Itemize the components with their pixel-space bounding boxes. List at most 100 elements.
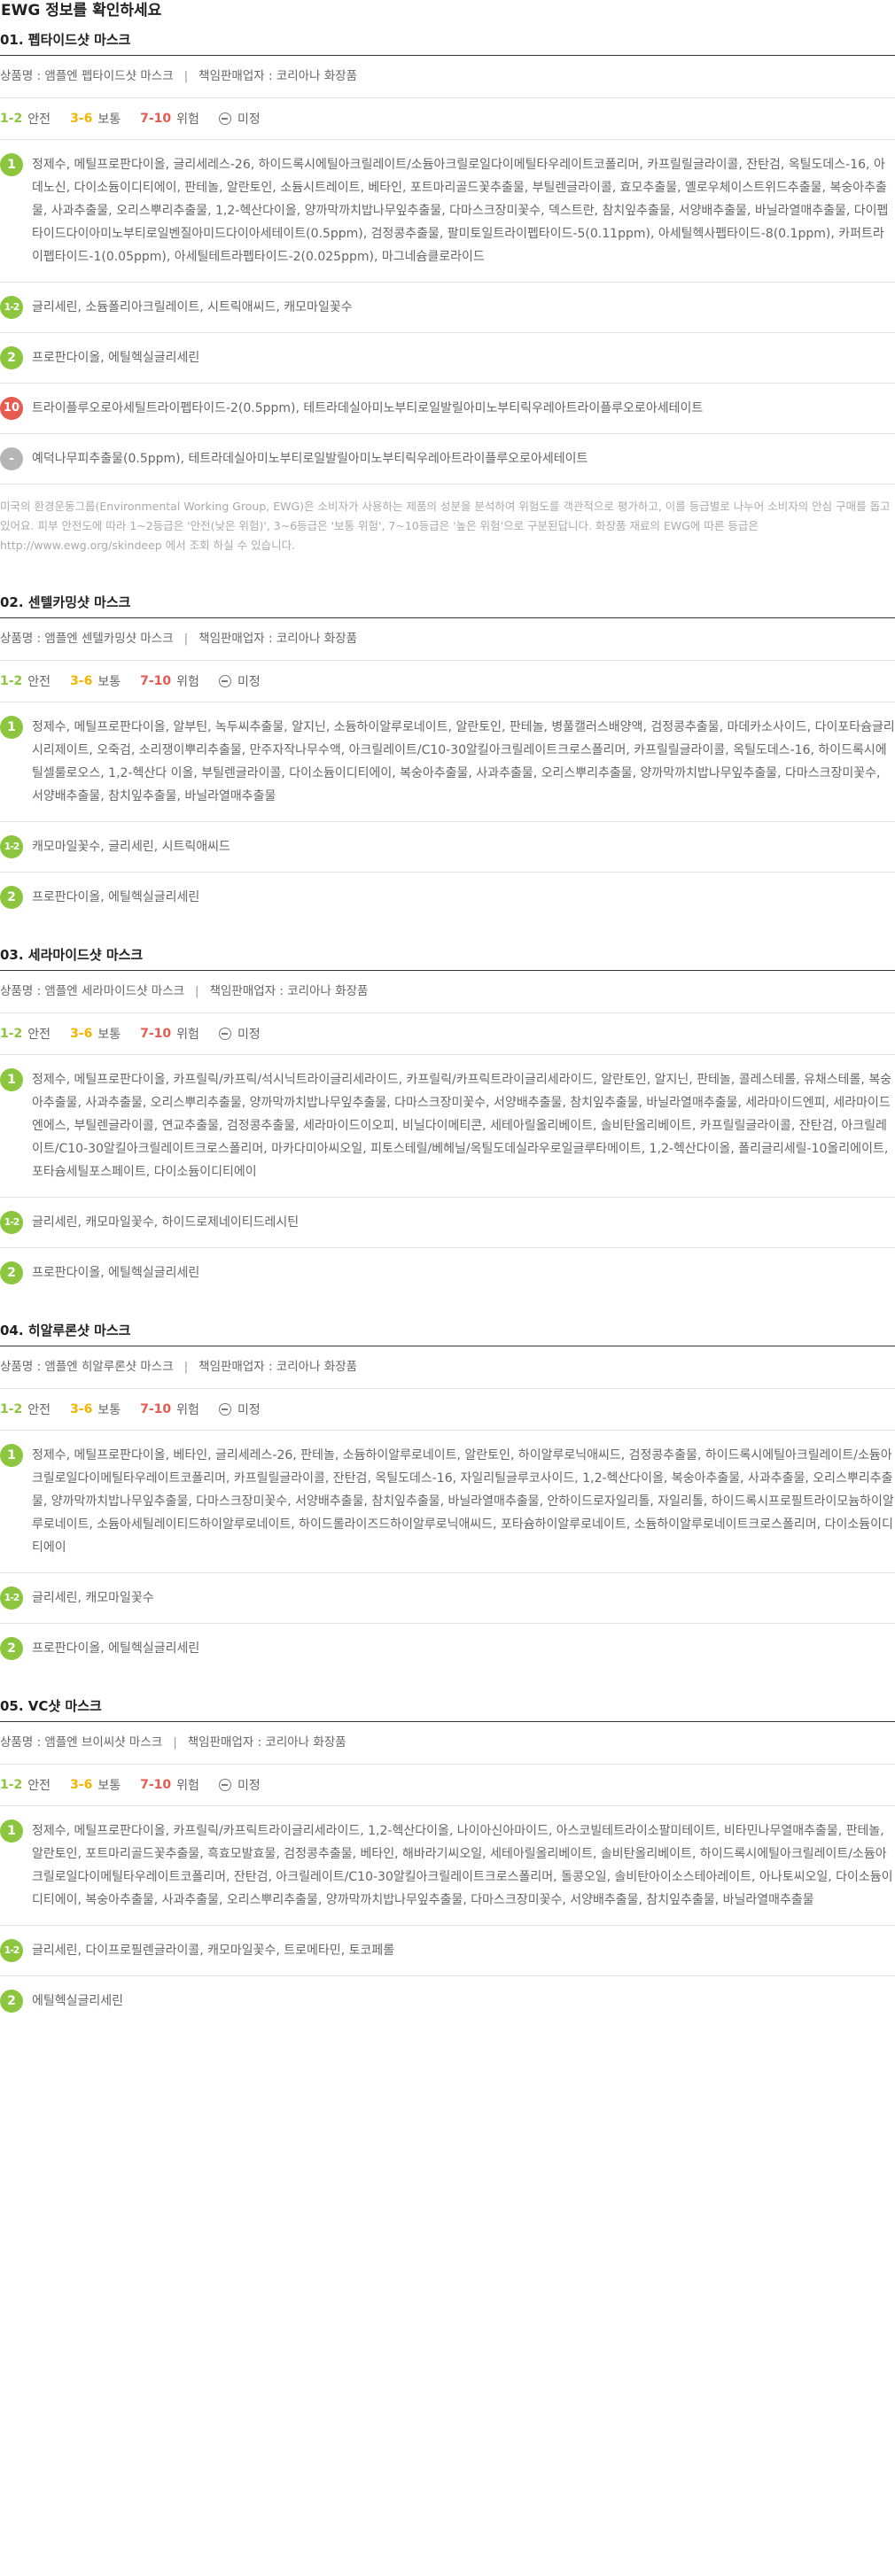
legend-mid-range: 3-6 bbox=[70, 1778, 93, 1792]
product-list: 01. 펩타이드샷 마스크 상품명 : 앰플엔 펩타이드샷 마스크 | 책임판매업자… bbox=[0, 23, 895, 2026]
legend-high-label: 위험 bbox=[176, 113, 199, 127]
minus-circle-icon bbox=[218, 113, 231, 125]
legend-high-label: 위험 bbox=[176, 675, 199, 689]
seller-name: 코리아나 화장품 bbox=[287, 984, 369, 998]
info-separator: | bbox=[183, 1360, 189, 1374]
legend-none: 미정 bbox=[218, 672, 261, 690]
legend-mid-label: 보통 bbox=[97, 113, 121, 127]
grade-badge: 2 bbox=[0, 1637, 23, 1660]
ingredient-list: 프로판다이올, 에틸헥실글리세린 bbox=[32, 1641, 200, 1656]
seller-label: 책임판매업자 : bbox=[209, 984, 288, 998]
grade-badge: 1-2 bbox=[0, 835, 23, 858]
seller-label: 책임판매업자 : bbox=[198, 69, 276, 83]
legend-high-range: 7-10 bbox=[140, 1778, 172, 1792]
legend-safe-label: 안전 bbox=[27, 113, 51, 127]
product-title: 05. VC샷 마스크 bbox=[0, 1689, 895, 1722]
grade-badge: 1 bbox=[0, 1444, 23, 1467]
page-title: EWG 정보를 확인하세요 bbox=[1, 2, 162, 19]
grade-row: 1 정제수, 메틸프로판다이올, 카프릴릭/카프릭트라이글리세라이드, 1,2-헥… bbox=[0, 1805, 895, 1925]
grade-row: 2 에틸헥실글리세린 bbox=[0, 1975, 895, 2026]
legend-none-label: 미정 bbox=[237, 1028, 261, 1042]
seller-name: 코리아나 화장품 bbox=[276, 632, 358, 646]
seller-name: 코리아나 화장품 bbox=[276, 1360, 358, 1374]
product-name: 앰플엔 브이씨샷 마스크 bbox=[44, 1735, 163, 1750]
legend-safe: 1-2 안전 bbox=[0, 1776, 51, 1794]
product-name-label: 상품명 : bbox=[0, 1360, 45, 1374]
ingredient-list: 캐모마일꽃수, 글리세린, 시트릭애씨드 bbox=[32, 840, 230, 854]
grade-row: 2 프로판다이올, 에틸헥실글리세린 bbox=[0, 872, 895, 922]
grade-row: 1-2 캐모마일꽃수, 글리세린, 시트릭애씨드 bbox=[0, 821, 895, 872]
grade-row: 1-2 글리세린, 다이프로필렌글라이콜, 캐모마일꽃수, 트로메타민, 토코페롤 bbox=[0, 1925, 895, 1975]
product-title: 01. 펩타이드샷 마스크 bbox=[0, 23, 895, 56]
legend-safe: 1-2 안전 bbox=[0, 1401, 51, 1418]
info-separator: | bbox=[183, 69, 189, 83]
ewg-note: 미국의 환경운동그룹(Environmental Working Group, … bbox=[0, 484, 895, 570]
legend-none: 미정 bbox=[218, 1401, 261, 1418]
legend-high: 7-10 위험 bbox=[140, 1401, 199, 1418]
grade-list: 1 정제수, 메틸프로판다이올, 카프릴릭/카프릭/석시닉트라이글리세라이드, 카… bbox=[0, 1054, 895, 1298]
seller-label: 책임판매업자 : bbox=[187, 1735, 266, 1750]
grade-row: 1 정제수, 메틸프로판다이올, 알부틴, 녹두씨추출물, 알지닌, 소듐하이알루… bbox=[0, 702, 895, 821]
ingredient-list: 정제수, 메틸프로판다이올, 카프릴릭/카프릭/석시닉트라이글리세라이드, 카프… bbox=[32, 1073, 892, 1179]
grade-legend: 1-2 안전 3-6 보통 7-10 위험 미정 bbox=[0, 661, 895, 702]
grade-row: 10 트라이플루오로아세틸트라이펩타이드-2(0.5ppm), 테트라데실아미노부… bbox=[0, 383, 895, 433]
legend-safe-label: 안전 bbox=[27, 1403, 51, 1417]
legend-high-range: 7-10 bbox=[140, 674, 172, 688]
legend-safe-label: 안전 bbox=[27, 1028, 51, 1042]
ingredient-list: 글리세린, 캐모마일꽃수, 하이드로제네이티드레시틴 bbox=[32, 1215, 300, 1230]
grade-legend: 1-2 안전 3-6 보통 7-10 위험 미정 bbox=[0, 98, 895, 139]
product-title: 02. 센텔카밍샷 마스크 bbox=[0, 586, 895, 618]
product-section: 05. VC샷 마스크 상품명 : 앰플엔 브이씨샷 마스크 | 책임판매업자 : … bbox=[0, 1689, 895, 2026]
legend-safe-range: 1-2 bbox=[0, 112, 23, 126]
legend-safe-range: 1-2 bbox=[0, 1402, 23, 1416]
product-name: 앰플엔 센텔카밍샷 마스크 bbox=[44, 632, 174, 646]
legend-high-range: 7-10 bbox=[140, 112, 172, 126]
minus-circle-icon bbox=[218, 675, 231, 687]
product-name: 앰플엔 세라마이드샷 마스크 bbox=[44, 984, 185, 998]
product-name: 앰플엔 히알루론샷 마스크 bbox=[44, 1360, 174, 1374]
product-name: 앰플엔 펩타이드샷 마스크 bbox=[44, 69, 174, 83]
legend-mid-range: 3-6 bbox=[70, 674, 93, 688]
minus-circle-icon bbox=[218, 1779, 231, 1791]
legend-safe: 1-2 안전 bbox=[0, 110, 51, 128]
grade-badge: 1 bbox=[0, 1819, 23, 1843]
legend-none-label: 미정 bbox=[237, 113, 261, 127]
grade-badge: 2 bbox=[0, 1990, 23, 2013]
grade-row: 2 프로판다이올, 에틸헥실글리세린 bbox=[0, 1623, 895, 1673]
grade-row: 1-2 글리세린, 캐모마일꽃수, 하이드로제네이티드레시틴 bbox=[0, 1197, 895, 1247]
ingredient-list: 정제수, 메틸프로판다이올, 알부틴, 녹두씨추출물, 알지닌, 소듐하이알루로… bbox=[32, 720, 895, 803]
legend-high-range: 7-10 bbox=[140, 1402, 172, 1416]
grade-legend: 1-2 안전 3-6 보통 7-10 위험 미정 bbox=[0, 1389, 895, 1430]
legend-mid: 3-6 보통 bbox=[70, 672, 121, 690]
minus-circle-icon bbox=[218, 1403, 231, 1416]
seller-name: 코리아나 화장품 bbox=[276, 69, 358, 83]
legend-high: 7-10 위험 bbox=[140, 1776, 199, 1794]
legend-mid: 3-6 보통 bbox=[70, 1776, 121, 1794]
grade-row: 1-2 글리세린, 소듐폴리아크릴레이트, 시트릭애씨드, 캐모마일꽃수 bbox=[0, 282, 895, 332]
product-name-label: 상품명 : bbox=[0, 984, 45, 998]
legend-safe-range: 1-2 bbox=[0, 674, 23, 688]
seller-label: 책임판매업자 : bbox=[198, 632, 276, 646]
product-info: 상품명 : 앰플엔 펩타이드샷 마스크 | 책임판매업자 : 코리아나 화장품 bbox=[0, 56, 895, 98]
ingredient-list: 예덕나무피추출물(0.5ppm), 테트라데실아미노부티로일발릴아미노부티릭우레… bbox=[32, 452, 588, 466]
legend-high-range: 7-10 bbox=[140, 1027, 172, 1041]
ingredient-list: 트라이플루오로아세틸트라이펩타이드-2(0.5ppm), 테트라데실아미노부티로… bbox=[32, 401, 704, 415]
legend-mid: 3-6 보통 bbox=[70, 1025, 121, 1043]
legend-high-label: 위험 bbox=[176, 1779, 199, 1793]
grade-badge: 2 bbox=[0, 886, 23, 909]
ingredient-list: 글리세린, 다이프로필렌글라이콜, 캐모마일꽃수, 트로메타민, 토코페롤 bbox=[32, 1944, 395, 1958]
legend-none-label: 미정 bbox=[237, 1779, 261, 1793]
info-separator: | bbox=[183, 632, 189, 646]
grade-badge: 1 bbox=[0, 153, 23, 176]
ewg-info-page: EWG 정보를 확인하세요 01. 펩타이드샷 마스크 상품명 : 앰플엔 펩타… bbox=[0, 0, 895, 2026]
grade-badge: 1-2 bbox=[0, 1587, 23, 1610]
product-title: 04. 히알루론샷 마스크 bbox=[0, 1314, 895, 1346]
legend-safe-label: 안전 bbox=[27, 675, 51, 689]
grade-list: 1 정제수, 메틸프로판다이올, 베타인, 글리세레스-26, 판테놀, 소듐하이… bbox=[0, 1430, 895, 1673]
product-info: 상품명 : 앰플엔 히알루론샷 마스크 | 책임판매업자 : 코리아나 화장품 bbox=[0, 1346, 895, 1389]
ingredient-list: 프로판다이올, 에틸헥실글리세린 bbox=[32, 351, 200, 365]
minus-circle-icon bbox=[218, 1028, 231, 1040]
